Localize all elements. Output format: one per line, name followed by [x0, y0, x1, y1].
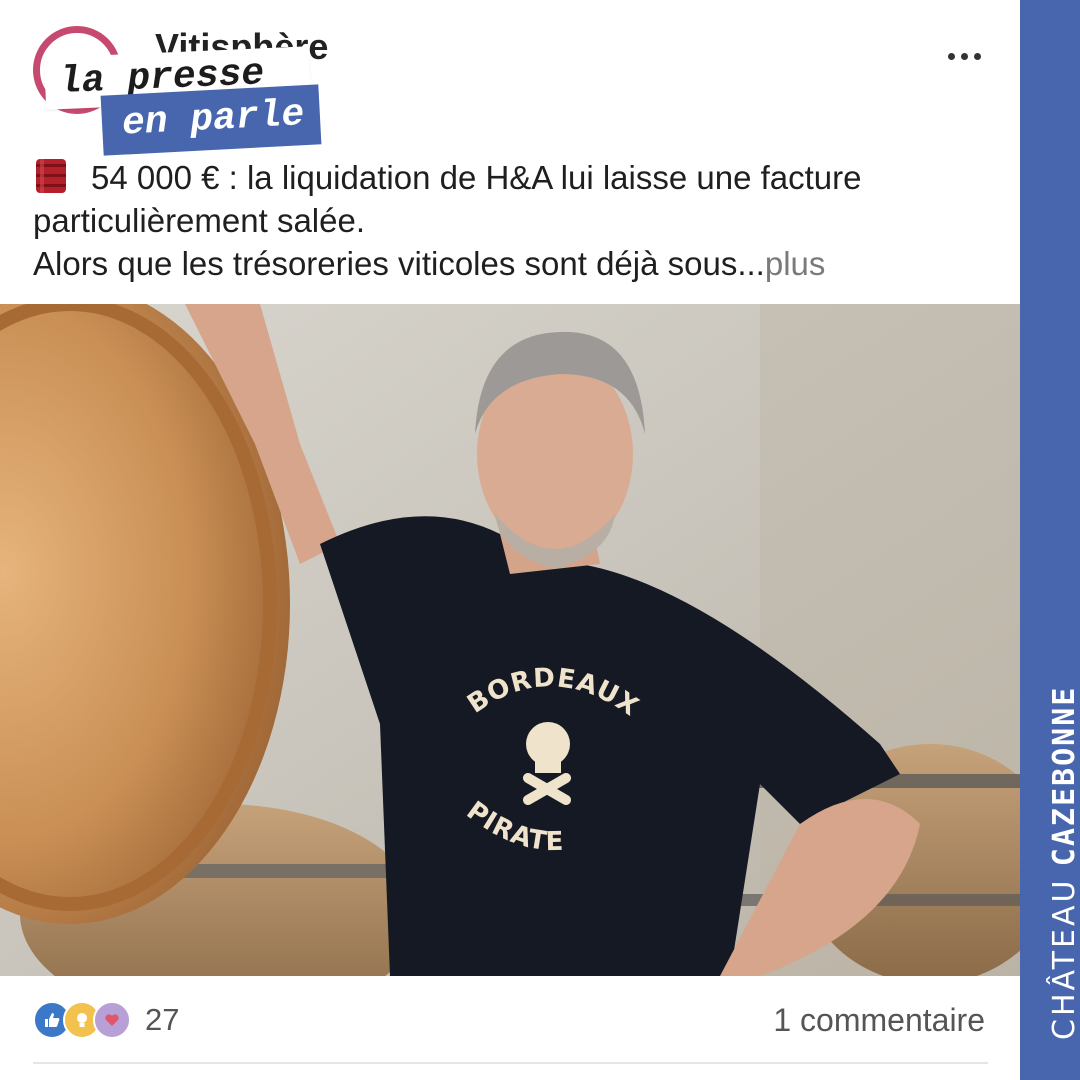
post-line-2-text: Alors que les trésoreries viticoles sont… — [33, 245, 765, 282]
love-icon — [93, 1001, 131, 1039]
brand-band: CHÂTEAU CAZEBONNE — [1020, 0, 1080, 1080]
footer-divider — [33, 1062, 988, 1064]
brand-name-bold: CAZEBONNE — [1047, 685, 1080, 867]
ellipsis-icon[interactable] — [948, 44, 988, 68]
barrel-icon — [33, 157, 69, 195]
post-line-1: 54 000 € : la liquidation de H&A lui lai… — [33, 156, 1003, 242]
press-badge-bottom: en parle — [100, 84, 322, 156]
reactions-summary[interactable]: 27 — [33, 1000, 179, 1040]
post-text: 54 000 € : la liquidation de H&A lui lai… — [33, 156, 1003, 285]
post-photo[interactable]: BORDEAUX PIRATE — [0, 304, 1020, 976]
brand-name: CHÂTEAU CAZEBONNE — [1047, 685, 1080, 1040]
post-line-1-text: 54 000 € : la liquidation de H&A lui lai… — [33, 159, 862, 239]
see-more-link[interactable]: plus — [765, 245, 826, 282]
comments-link[interactable]: 1 commentaire — [773, 1002, 985, 1039]
reaction-count[interactable]: 27 — [145, 1002, 179, 1038]
brand-name-thin: CHÂTEAU — [1047, 877, 1080, 1040]
post-line-2: Alors que les trésoreries viticoles sont… — [33, 242, 1003, 285]
